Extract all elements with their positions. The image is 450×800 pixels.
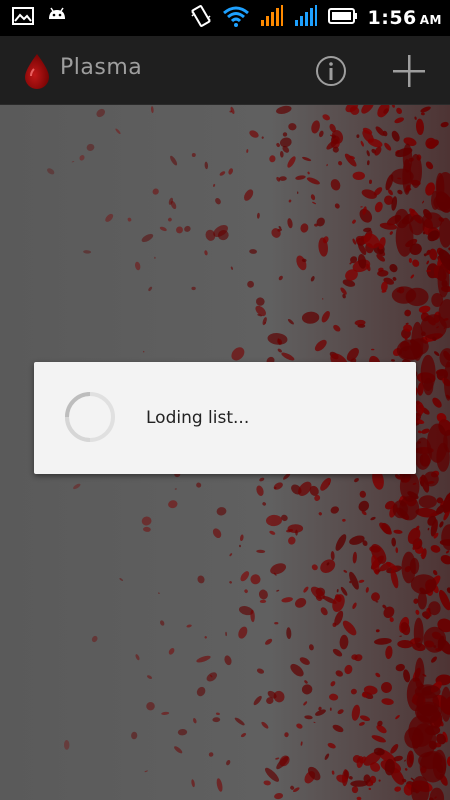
gallery-notification-icon bbox=[12, 6, 34, 30]
add-button[interactable] bbox=[390, 52, 428, 90]
clock-time: 1:56 bbox=[367, 7, 417, 29]
dialog-message: Loding list... bbox=[146, 408, 250, 428]
add-icon bbox=[390, 55, 428, 94]
wifi-icon bbox=[222, 4, 250, 32]
blood-drop-icon bbox=[22, 52, 52, 90]
vibrate-icon bbox=[190, 4, 212, 32]
loading-spinner-icon bbox=[62, 389, 118, 445]
info-icon bbox=[312, 56, 350, 94]
clock: 1:56 AM bbox=[368, 7, 443, 29]
content-area: Loding list... bbox=[0, 105, 450, 800]
status-bar: 1:56 AM bbox=[0, 0, 450, 36]
android-notification-icon bbox=[46, 7, 68, 29]
battery-icon bbox=[327, 6, 358, 30]
action-bar: Plasma bbox=[0, 36, 450, 105]
loading-dialog: Loding list... bbox=[34, 362, 416, 474]
app-title: Plasma bbox=[60, 55, 143, 80]
info-button[interactable] bbox=[312, 52, 350, 90]
signal-icon-2 bbox=[294, 4, 318, 32]
clock-ampm: AM bbox=[419, 13, 442, 27]
signal-icon-1 bbox=[260, 4, 284, 32]
